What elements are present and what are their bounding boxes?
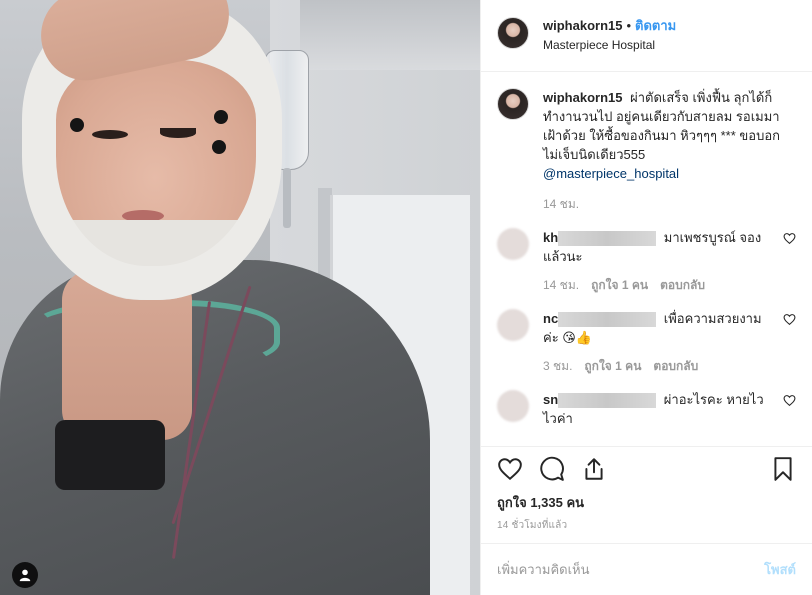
follow-button[interactable]: ติดตาม: [635, 17, 676, 35]
caption-avatar[interactable]: [497, 88, 529, 120]
author-avatar[interactable]: [497, 17, 529, 49]
tagged-user-button[interactable]: [12, 562, 38, 588]
caption-time: 14 ชม.: [543, 197, 580, 211]
comments-list[interactable]: wiphakorn15 ผ่าตัดเสร็จ เพิ่งฟื้น ลุกได้…: [481, 72, 812, 446]
heart-icon[interactable]: [783, 232, 796, 245]
post-viewer: wiphakorn15 • ติดตาม Masterpiece Hospita…: [0, 0, 812, 595]
comment-time: 14 ชม.: [543, 278, 580, 292]
reply-button[interactable]: ตอบกลับ: [653, 357, 698, 376]
comment-icon[interactable]: [539, 456, 565, 482]
comment-item: kh มาเพชรบูรณ์ จองแล้วนะ 14 ชม. ถูกใจ 1 …: [497, 228, 796, 295]
bookmark-icon[interactable]: [770, 456, 796, 482]
redacted-name: [558, 312, 657, 328]
caption-mention[interactable]: @masterpiece_hospital: [543, 166, 679, 181]
user-icon: [19, 569, 31, 582]
comment-avatar[interactable]: [497, 309, 529, 341]
comment-avatar[interactable]: [497, 228, 529, 260]
comment-composer: เพิ่มความคิดเห็น โพสต์: [481, 543, 812, 595]
caption: wiphakorn15 ผ่าตัดเสร็จ เพิ่งฟื้น ลุกได้…: [497, 72, 796, 214]
post-side-panel: wiphakorn15 • ติดตาม Masterpiece Hospita…: [480, 0, 812, 595]
comment-username[interactable]: sn: [543, 392, 558, 407]
reply-button[interactable]: ตอบกลับ: [660, 276, 705, 295]
post-header: wiphakorn15 • ติดตาม Masterpiece Hospita…: [481, 0, 812, 72]
comment-item: nc เพื่อความสวยงามค่ะ 😘👍 3 ชม. ถูกใจ 1 ค…: [497, 309, 796, 376]
action-bar: [481, 446, 812, 491]
heart-icon[interactable]: [783, 394, 796, 407]
comment-item: sn ผ่าอะไรคะ หายไวไวค่า: [497, 390, 796, 428]
comment-input[interactable]: เพิ่มความคิดเห็น: [497, 559, 764, 580]
likes-count[interactable]: ถูกใจ 1,335 คน: [481, 491, 812, 515]
caption-username[interactable]: wiphakorn15: [543, 90, 622, 105]
comment-likes[interactable]: ถูกใจ 1 คน: [584, 357, 641, 376]
author-username[interactable]: wiphakorn15: [543, 17, 622, 35]
location-link[interactable]: Masterpiece Hospital: [543, 36, 676, 54]
comment-likes[interactable]: ถูกใจ 1 คน: [591, 276, 648, 295]
heart-icon[interactable]: [497, 456, 523, 482]
heart-icon[interactable]: [783, 313, 796, 326]
post-comment-button[interactable]: โพสต์: [764, 559, 796, 580]
comment-time: 3 ชม.: [543, 359, 573, 373]
post-photo[interactable]: [0, 0, 480, 595]
separator-dot: •: [626, 18, 632, 33]
redacted-name: [558, 231, 657, 247]
comment-avatar[interactable]: [497, 390, 529, 422]
posted-time: 14 ชั่วโมงที่แล้ว: [497, 520, 568, 531]
comment-username[interactable]: nc: [543, 311, 558, 326]
comment-username[interactable]: kh: [543, 230, 558, 245]
share-icon[interactable]: [581, 456, 607, 482]
redacted-name: [558, 393, 657, 409]
